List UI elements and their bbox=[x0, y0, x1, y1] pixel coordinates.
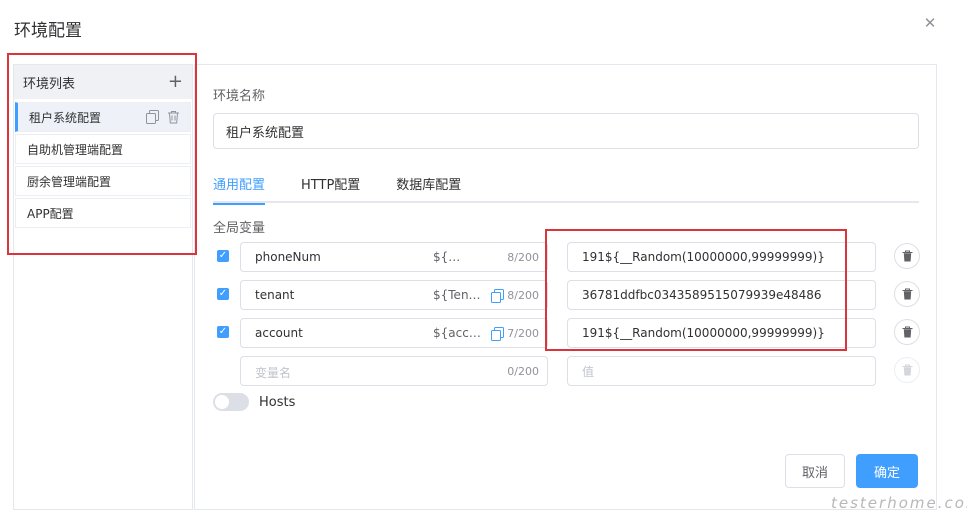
char-count: 0/200 bbox=[507, 365, 539, 378]
confirm-button[interactable]: 确定 bbox=[856, 454, 918, 488]
char-count: 7/200 bbox=[507, 327, 539, 340]
tab-general[interactable]: 通用配置 bbox=[213, 173, 266, 205]
copy-icon[interactable] bbox=[146, 110, 159, 124]
env-item-label: APP配置 bbox=[27, 206, 74, 221]
trash-icon bbox=[902, 364, 912, 376]
env-list-header: 环境列表 + bbox=[14, 65, 192, 99]
config-tabs: 通用配置 HTTP配置 数据库配置 bbox=[213, 173, 919, 205]
copy-icon[interactable] bbox=[491, 326, 504, 341]
variable-value-input[interactable]: 191${__Random(10000000,99999999)} bbox=[567, 242, 876, 272]
copy-icon[interactable] bbox=[491, 288, 504, 303]
new-variable-name-input[interactable]: 变量名 0/200 bbox=[240, 356, 548, 386]
variable-ref: ${acc… bbox=[433, 326, 481, 340]
env-item-tenant[interactable]: 租户系统配置 bbox=[15, 102, 191, 132]
trash-icon bbox=[902, 326, 912, 338]
close-icon[interactable]: ✕ bbox=[922, 15, 938, 31]
env-list-title: 环境列表 bbox=[23, 76, 76, 92]
variable-name: phoneNum bbox=[255, 250, 321, 264]
delete-variable-button[interactable] bbox=[894, 243, 920, 269]
watermark: testerhome.com bbox=[831, 494, 967, 512]
env-config-panel: 环境名称 租户系统配置 通用配置 HTTP配置 数据库配置 全局变量 ✓ pho… bbox=[194, 64, 937, 510]
variable-checkbox[interactable]: ✓ bbox=[217, 326, 229, 338]
hosts-toggle-row: Hosts bbox=[213, 393, 295, 411]
char-count: 8/200 bbox=[507, 289, 539, 302]
delete-variable-button[interactable] bbox=[894, 281, 920, 307]
variable-checkbox[interactable]: ✓ bbox=[217, 250, 229, 262]
hosts-label: Hosts bbox=[259, 394, 296, 410]
hosts-switch[interactable] bbox=[213, 393, 249, 411]
env-name-input[interactable]: 租户系统配置 bbox=[213, 113, 919, 149]
add-env-icon[interactable]: + bbox=[168, 73, 183, 91]
variable-row: ✓ tenant ${Ten… 8/200 36781ddfbc03435895… bbox=[215, 280, 920, 310]
dialog-title: 环境配置 bbox=[14, 21, 82, 41]
env-item-label: 租户系统配置 bbox=[29, 110, 102, 125]
new-variable-row: 变量名 0/200 值 bbox=[215, 356, 920, 386]
tab-database[interactable]: 数据库配置 bbox=[396, 173, 461, 203]
env-item-app[interactable]: APP配置 bbox=[15, 198, 191, 228]
env-name-label: 环境名称 bbox=[213, 89, 266, 104]
env-item-label: 厨余管理端配置 bbox=[27, 174, 112, 189]
variable-name: account bbox=[255, 326, 303, 340]
tab-http[interactable]: HTTP配置 bbox=[301, 173, 360, 203]
env-list-panel: 环境列表 + 租户系统配置 自助机管理端配置 厨余管理端配置 APP配置 bbox=[13, 64, 193, 510]
cancel-button[interactable]: 取消 bbox=[785, 454, 845, 488]
delete-variable-button bbox=[894, 357, 920, 383]
variable-value-input[interactable]: 191${__Random(10000000,99999999)} bbox=[567, 318, 876, 348]
variable-name-input[interactable]: phoneNum ${… 8/200 bbox=[240, 242, 548, 272]
trash-icon bbox=[902, 250, 912, 262]
variable-name-input[interactable]: tenant ${Ten… 8/200 bbox=[240, 280, 548, 310]
delete-variable-button[interactable] bbox=[894, 319, 920, 345]
variable-ref: ${… bbox=[433, 250, 461, 264]
variable-name-input[interactable]: account ${acc… 7/200 bbox=[240, 318, 548, 348]
variable-checkbox[interactable]: ✓ bbox=[217, 288, 229, 300]
variable-value-input[interactable]: 36781ddfbc0343589515079939e48486 bbox=[567, 280, 876, 310]
env-item-kitchen[interactable]: 厨余管理端配置 bbox=[15, 166, 191, 196]
variable-ref: ${Ten… bbox=[433, 288, 481, 302]
variable-name: tenant bbox=[255, 288, 295, 302]
env-item-label: 自助机管理端配置 bbox=[27, 142, 124, 157]
char-count: 8/200 bbox=[507, 251, 539, 264]
variable-row: ✓ account ${acc… 7/200 191${__Random(100… bbox=[215, 318, 920, 348]
new-variable-value-input[interactable]: 值 bbox=[567, 356, 876, 386]
global-vars-label: 全局变量 bbox=[213, 221, 266, 236]
env-item-kiosk[interactable]: 自助机管理端配置 bbox=[15, 134, 191, 164]
variable-name-placeholder: 变量名 bbox=[255, 366, 292, 380]
trash-icon bbox=[902, 288, 912, 300]
delete-icon[interactable] bbox=[167, 110, 180, 124]
variable-row: ✓ phoneNum ${… 8/200 191${__Random(10000… bbox=[215, 242, 920, 272]
